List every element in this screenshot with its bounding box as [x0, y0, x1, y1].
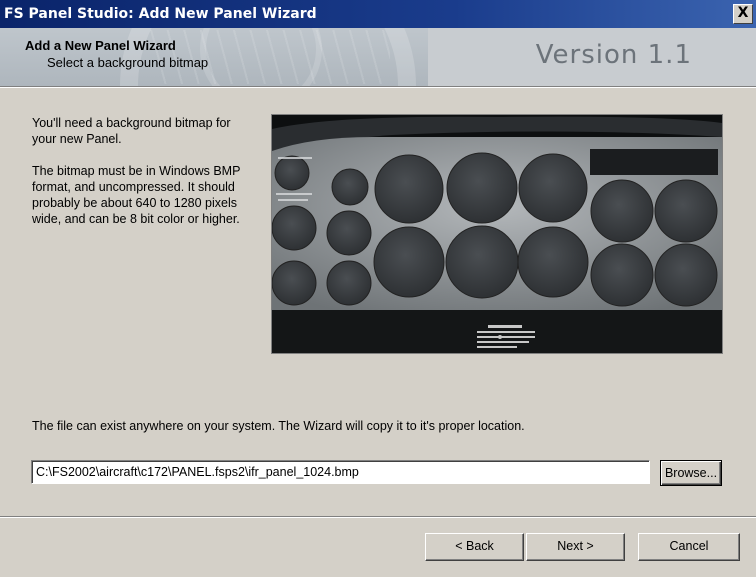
- close-icon: X: [737, 5, 749, 21]
- browse-button[interactable]: Browse...: [660, 460, 722, 486]
- window-title: FS Panel Studio: Add New Panel Wizard: [4, 6, 317, 22]
- close-button[interactable]: X: [733, 4, 753, 24]
- back-button[interactable]: < Back: [425, 533, 524, 561]
- title-bar: FS Panel Studio: Add New Panel Wizard X: [0, 0, 756, 28]
- version-label: Version 1.1: [535, 40, 692, 70]
- next-button[interactable]: Next >: [526, 533, 625, 561]
- cancel-button[interactable]: Cancel: [638, 533, 740, 561]
- file-location-note: The file can exist anywhere on your syst…: [32, 419, 525, 433]
- requirements-text: The bitmap must be in Windows BMP format…: [32, 164, 241, 226]
- page-subtitle: Select a background bitmap: [47, 55, 209, 70]
- intro-text: You'll need a background bitmap for your…: [32, 116, 231, 146]
- panel-bitmap-icon: [272, 115, 722, 353]
- panel-preview-image: [271, 114, 723, 354]
- bitmap-path-input[interactable]: [31, 460, 650, 484]
- page-title: Add a New Panel Wizard: [25, 38, 176, 53]
- wizard-header: Version 1.1 Add a New Panel Wizard Selec…: [0, 28, 756, 86]
